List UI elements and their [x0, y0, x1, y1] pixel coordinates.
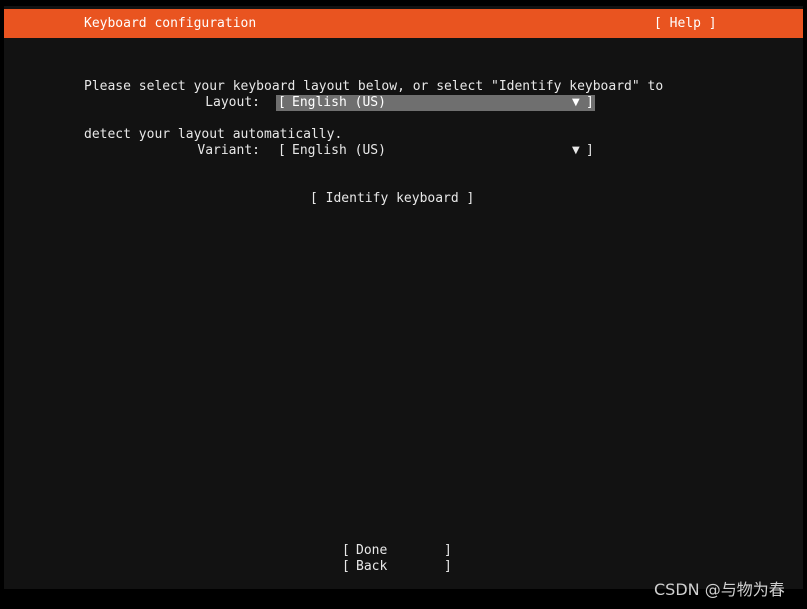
identify-keyboard-button[interactable]: [ Identify keyboard ] — [310, 191, 474, 207]
intro-line-2: detect your layout automatically. — [84, 127, 343, 142]
variant-select[interactable]: [ English (US) ▼ ] — [276, 143, 595, 159]
watermark: CSDN @与物为春 — [654, 580, 785, 599]
layout-close-bracket: ] — [586, 95, 594, 110]
page-title: Keyboard configuration — [84, 16, 257, 31]
done-open-bracket: [ — [342, 543, 350, 558]
variant-close-bracket: ] — [586, 143, 594, 158]
back-close-bracket: ] — [444, 559, 452, 574]
done-label: Done — [356, 543, 388, 558]
back-label: Back — [356, 559, 388, 574]
intro-line-1: Please select your keyboard layout below… — [84, 79, 664, 94]
header-bar: Keyboard configuration [ Help ] — [4, 9, 803, 38]
layout-select[interactable]: [ English (US) ▼ ] — [276, 95, 595, 111]
installer-screen: Keyboard configuration [ Help ] Please s… — [4, 6, 803, 589]
back-button[interactable]: [ Back ] — [342, 559, 454, 575]
done-close-bracket: ] — [444, 543, 452, 558]
layout-label: Layout: — [205, 95, 260, 110]
dropdown-arrow-icon: ▼ — [572, 145, 580, 156]
help-button[interactable]: [ Help ] — [654, 16, 717, 32]
variant-open-bracket: [ — [278, 143, 286, 158]
dropdown-arrow-icon: ▼ — [572, 97, 580, 108]
layout-open-bracket: [ — [278, 95, 286, 110]
variant-label: Variant: — [197, 143, 260, 158]
layout-value: English (US) — [292, 95, 386, 110]
back-open-bracket: [ — [342, 559, 350, 574]
variant-value: English (US) — [292, 143, 386, 158]
done-button[interactable]: [ Done ] — [342, 543, 454, 559]
